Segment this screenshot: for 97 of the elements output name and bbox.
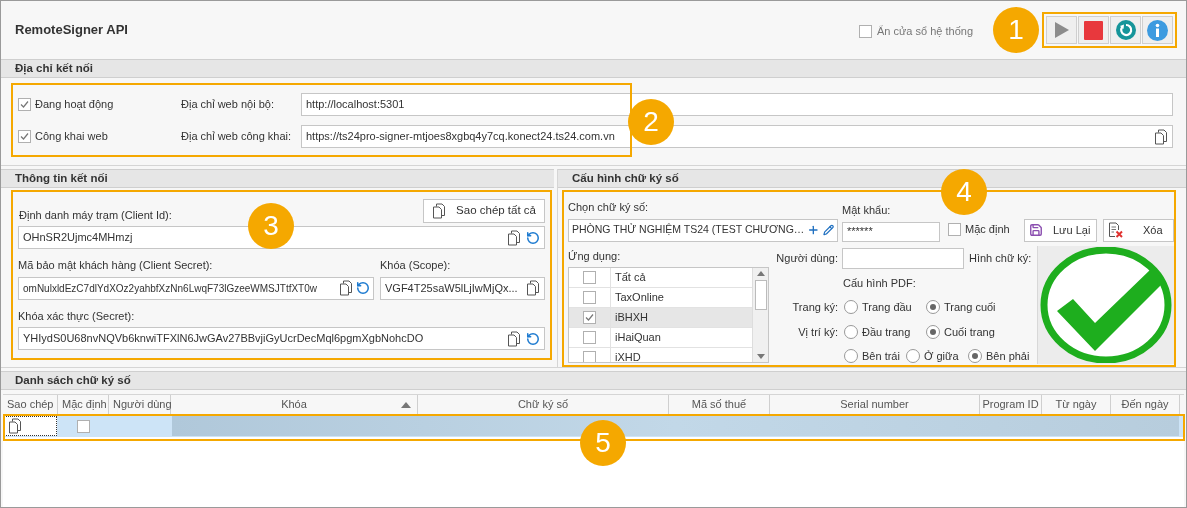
section-header: Danh sách chữ ký số [1,371,1186,390]
app-list-row[interactable]: iHaiQuan [569,328,752,348]
column-header[interactable]: Đến ngày [1111,395,1180,414]
toolbar-button[interactable] [1078,16,1109,44]
checkbox[interactable] [948,222,961,236]
delete-button[interactable]: Xóa [1103,218,1174,242]
copy-icon[interactable] [507,229,521,246]
column-header[interactable]: Serial number [770,395,980,414]
password-field[interactable]: ****** [842,221,940,242]
field-label: Khóa (Scope): [380,258,452,273]
scrollbar[interactable] [752,268,768,362]
refresh-icon [1115,20,1136,40]
checkbox[interactable] [583,311,596,324]
field-label: Ứng dụng: [568,248,622,264]
column-header[interactable]: Người dùng [109,395,171,414]
checkbox-label: Mặc định [965,222,1010,237]
field-label: Mật khẩu: [842,203,892,218]
checkbox[interactable] [583,291,596,304]
radio-button[interactable] [926,324,940,339]
user-field[interactable] [842,247,964,269]
info-icon [1147,19,1168,41]
input-field[interactable]: YHIydS0U68nvNQVb6knwiTFXlN6JwGAv27BBvjiGyUcrDecMql6pgmXgbNohcDO [18,327,545,350]
radio-button[interactable] [906,349,920,364]
copy-icon[interactable] [507,330,521,347]
play-icon [1053,21,1070,39]
toolbar-button[interactable] [1142,16,1173,44]
signature-dropdown[interactable]: PHÒNG THỬ NGHIỆM TS24 (TEST CHƯƠNG… [568,218,838,242]
radio-button[interactable] [844,300,858,315]
callout-badge: 3 [248,203,294,249]
field-label: Mã bảo mật khách hàng (Client Secret): [18,258,214,273]
field-label: Chọn chữ ký số: [568,200,650,215]
copy-icon[interactable] [1154,128,1168,145]
checkbox[interactable] [18,130,31,143]
callout-badge: 1 [993,7,1039,53]
checkbox[interactable] [583,331,596,344]
column-header[interactable]: Sao chép [3,395,58,414]
app-list-row[interactable]: Tất cả [569,268,752,288]
radio-button[interactable] [844,349,858,364]
scroll-up-icon[interactable] [756,271,765,276]
field-label: Trang ký: [791,300,838,315]
scroll-down-icon[interactable] [756,354,765,359]
stop-icon [1084,20,1103,40]
copy-icon[interactable] [8,418,22,434]
radio-button[interactable] [926,300,940,315]
scroll-thumb[interactable] [754,280,767,310]
column-header[interactable]: Chữ ký số [418,395,669,414]
checkbox-label: Công khai web [35,129,108,145]
field-label: Vị trí ký: [797,324,838,340]
field-label: Cấu hình PDF: [843,275,917,291]
column-header[interactable]: Mặc định [58,395,109,414]
column-header[interactable]: Khóa [171,395,418,414]
input-field[interactable]: omNulxldEzC7dlYdXOz2yahbfXzNn6LwqF73lGzeeWMSJTtfXT0w [18,276,374,300]
app-list-row[interactable]: TaxOnline [569,288,752,308]
field-label: Địa chỉ web công khai: [181,129,293,145]
toolbar-button[interactable] [1046,16,1077,44]
sort-icon [401,401,411,408]
refresh-icon[interactable] [526,331,540,346]
toolbar-button[interactable] [1110,16,1141,44]
app-list-row[interactable]: iBHXH [569,308,752,328]
field-label: Địa chỉ web nội bộ: [181,97,275,113]
checkbox[interactable] [18,98,31,111]
refresh-icon[interactable] [356,281,370,295]
radio-label: Cuối trang [944,324,995,340]
checkbox[interactable] [77,419,90,433]
radio-label: Trang cuối [944,300,996,315]
copy-icon[interactable] [526,280,540,296]
column-header[interactable]: Program ID [980,395,1042,414]
column-header[interactable]: Mã số thuế [669,395,770,414]
window-title: RemoteSigner API [15,21,129,40]
radio-label: Đầu trang [862,324,911,340]
save-button[interactable]: Lưu Lại [1024,218,1097,242]
radio-button[interactable] [844,324,858,339]
radio-button[interactable] [968,349,982,364]
refresh-icon[interactable] [526,230,540,245]
radio-label: Trang đầu [862,300,912,315]
copy-icon[interactable] [432,203,447,219]
checkbox[interactable] [858,24,872,38]
section-header: Thông tin kết nối [1,169,554,188]
radio-label: Bên trái [862,349,900,364]
radio-label: Bên phải [986,349,1030,364]
copy-icon[interactable] [339,280,353,296]
field-label: Người dùng: [775,250,838,266]
field-label: Khóa xác thực (Secret): [18,308,136,324]
column-header[interactable]: Từ ngày [1042,395,1111,414]
checkbox-label: Đang hoạt động [35,97,114,113]
input-field[interactable]: VGF4T25saW5lLjIwMjQx... [380,276,545,300]
checkbox-label: Ẩn cửa sổ hệ thống [876,23,973,39]
field-label: Định danh máy trạm (Client Id): [19,207,172,223]
section-header: Địa chỉ kết nối [1,59,1186,78]
delete-icon [1108,222,1123,238]
copy-all-button[interactable]: Sao chép tất cả [423,199,545,223]
radio-label: Ở giữa [924,349,959,364]
edit-icon[interactable] [822,223,834,237]
checkbox[interactable] [583,271,596,284]
field-label: Hình chữ ký: [969,250,1032,266]
save-icon [1029,223,1043,237]
checkbox[interactable] [583,351,596,362]
